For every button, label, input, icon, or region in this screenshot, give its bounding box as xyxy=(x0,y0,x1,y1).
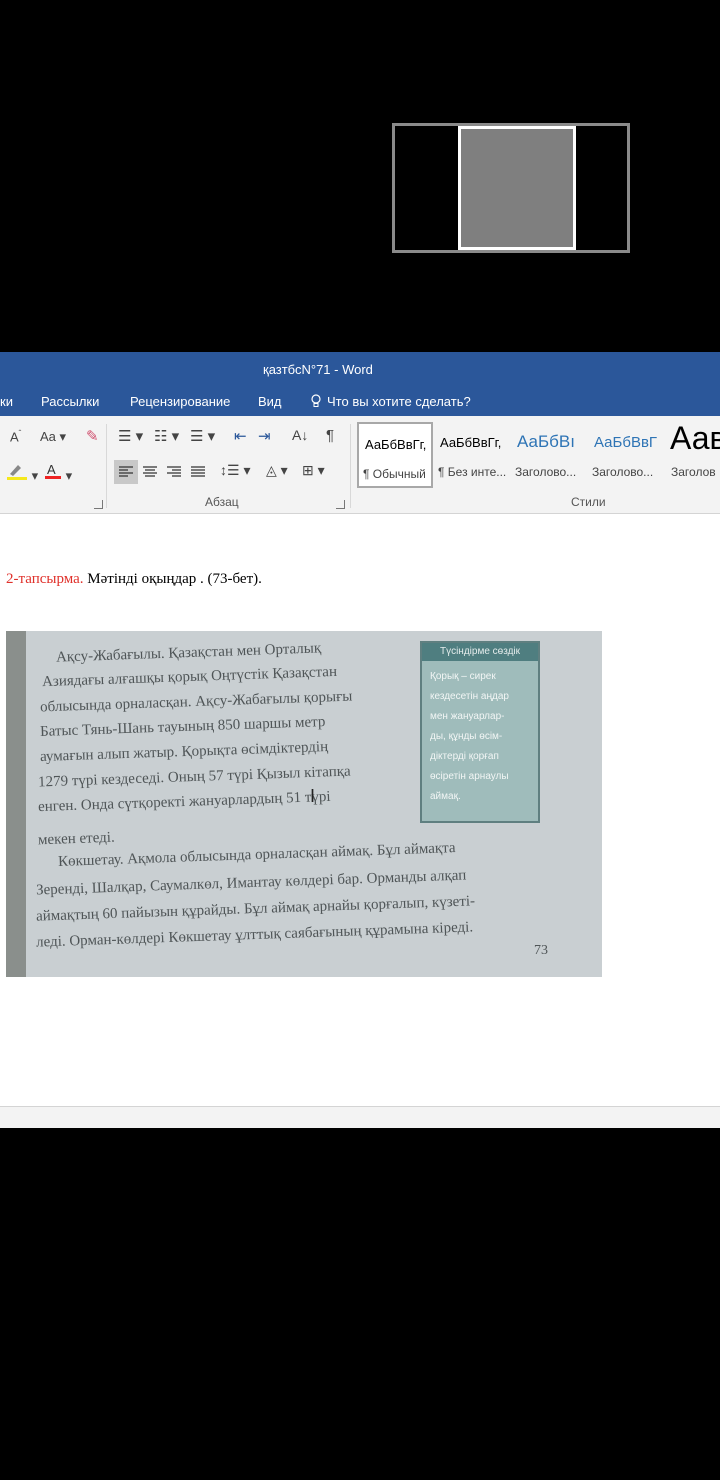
grow-font-button[interactable]: Aˆ xyxy=(10,429,21,444)
font-color-button[interactable]: A ▾ xyxy=(44,462,72,484)
photo-text-line: Азиядағы алғашқы қорық Оңтүстік Қазақста… xyxy=(41,663,338,691)
bullets-icon[interactable]: ☰ ▾ xyxy=(118,427,143,445)
book-edge xyxy=(6,631,26,977)
photo-text-line: 1279 түрі кездеседі. Оның 57 түрі Қызыл … xyxy=(37,763,351,791)
pilcrow-icon: ¶ xyxy=(326,427,335,444)
photo-text-line: Зеренді, Шалқар, Саумалкөл, Имантау көлд… xyxy=(35,867,467,899)
ribbon-tabs: ки Рассылки Рецензирование Вид Что вы хо… xyxy=(0,386,720,416)
style-sample: АаБбВвГг, xyxy=(365,437,427,452)
photo-text-line: Батыс Тянь-Шань тауының 850 шаршы метр xyxy=(39,714,326,740)
clear-format-icon[interactable]: ✎ xyxy=(86,427,99,445)
photo-text-line: леді. Орман-көлдері Көкшетау ұлттық саяб… xyxy=(35,919,474,951)
line-spacing-icon[interactable]: ↕☰ ▾ xyxy=(220,462,250,479)
style-name: ¶ Без инте... xyxy=(438,465,507,479)
borders-icon[interactable]: ⊞ ▾ xyxy=(302,462,325,479)
glossary-line: өсіретін арнаулы xyxy=(430,771,509,782)
task-number: 2-тапсырма. xyxy=(6,571,84,587)
align-left-icon xyxy=(119,466,133,477)
glossary-line: кездесетін аңдар xyxy=(430,691,509,702)
align-center-button[interactable] xyxy=(138,460,162,484)
tab-links[interactable]: ки xyxy=(0,394,13,409)
decrease-indent-icon[interactable]: ⇤ xyxy=(234,427,247,445)
tab-view[interactable]: Вид xyxy=(258,394,282,409)
glossary-line: діктерді қорғап xyxy=(430,751,499,762)
align-right-icon xyxy=(167,466,181,477)
style-heading-2[interactable]: АаБбВвГ Заголово... xyxy=(588,422,662,484)
book-page-number: 73 xyxy=(534,943,548,958)
font-color-icon: A xyxy=(45,462,61,479)
justify-button[interactable] xyxy=(186,460,210,484)
textbook-photo[interactable]: Ақсу-Жабағылы. Қазақстан мен Орталық Ази… xyxy=(6,631,602,977)
svg-text:A: A xyxy=(47,462,56,477)
task-text: Мәтінді оқыңдар . (73-бет). xyxy=(83,571,262,587)
numbering-icon[interactable]: ☷ ▾ xyxy=(154,427,179,445)
glossary-title: Түсіндірме сөздік xyxy=(422,643,538,661)
glossary-line: аймақ. xyxy=(430,791,461,802)
align-left-button[interactable] xyxy=(114,460,138,484)
photo-text-line: Көкшетау. Ақмола облысында орналасқан ай… xyxy=(57,840,456,870)
tab-mailings[interactable]: Рассылки xyxy=(41,394,99,409)
show-marks-button[interactable]: ¶ xyxy=(326,427,334,444)
style-sample: АаБбВı xyxy=(517,432,575,451)
glossary-line: ды, құнды өсім- xyxy=(430,731,503,742)
style-name: ¶ Обычный xyxy=(363,467,426,481)
style-name: Заголово... xyxy=(592,465,654,479)
change-case-button[interactable]: Aa ▾ xyxy=(40,429,66,445)
shading-icon[interactable]: ◬ ▾ xyxy=(266,462,288,479)
style-sample: АаБбВвГ xyxy=(594,434,658,451)
paragraph-group-label: Абзац xyxy=(205,495,239,509)
style-name: Заголово... xyxy=(515,465,577,479)
style-name: Заголов xyxy=(671,465,716,479)
tell-me-box[interactable]: Что вы хотите сделать? xyxy=(310,394,471,409)
style-normal[interactable]: АаБбВвГг, ¶ Обычный xyxy=(357,422,433,488)
separator xyxy=(106,424,107,508)
title-bar: қазтбсN°71 - Word xyxy=(0,352,720,386)
style-heading-1[interactable]: АаБбВı Заголово... xyxy=(511,422,585,484)
photo-text-line: мекен етеді. xyxy=(37,829,115,849)
text-cursor-icon: I xyxy=(310,786,316,806)
sort-icon[interactable]: A↓ xyxy=(292,427,308,443)
tell-me-text: Что вы хотите сделать? xyxy=(327,394,471,409)
task-paragraph[interactable]: 2-тапсырма. Мәтінді оқыңдар . (73-бет). xyxy=(6,571,262,588)
tab-review[interactable]: Рецензирование xyxy=(130,394,230,409)
glossary-line: мен жануарлар- xyxy=(430,711,505,722)
video-preview-tile[interactable] xyxy=(458,126,576,250)
change-case-label: Aa xyxy=(40,429,56,444)
style-title[interactable]: Аав Заголов xyxy=(665,422,720,484)
photo-text-line: Ақсу-Жабағылы. Қазақстан мен Орталық xyxy=(55,640,322,666)
separator xyxy=(350,424,351,508)
multilevel-list-icon[interactable]: ☰ ▾ xyxy=(190,427,215,445)
lightbulb-icon xyxy=(311,394,321,407)
highlight-button[interactable]: ▾ xyxy=(6,462,38,484)
video-preview[interactable] xyxy=(392,123,630,253)
paragraph-dialog-launcher-icon[interactable] xyxy=(336,500,345,509)
photo-text-line: енген. Онда сүтқоректі жануарлардың 51 т… xyxy=(37,788,331,816)
word-window: қазтбсN°71 - Word ки Рассылки Рецензиров… xyxy=(0,352,720,1128)
status-bar xyxy=(0,1106,720,1128)
align-center-icon xyxy=(143,466,157,477)
style-no-spacing[interactable]: АаБбВвГг, ¶ Без инте... xyxy=(434,422,508,484)
glossary-line: Қорық – сирек xyxy=(430,671,496,682)
highlighter-icon xyxy=(7,465,27,480)
ribbon: Aˆ Aa ▾ ✎ ▾ A ▾ ☰ ▾ ☷ ▾ ☰ ▾ ⇤ ⇥ A↓ ¶ ↕☰ … xyxy=(0,416,720,514)
document-page[interactable]: 2-тапсырма. Мәтінді оқыңдар . (73-бет). … xyxy=(0,514,720,1106)
grow-font-label: A xyxy=(10,429,19,445)
align-right-button[interactable] xyxy=(162,460,186,484)
style-sample: Аав xyxy=(670,422,720,456)
photo-text-line: облысында орналасқан. Ақсу-Жабағылы қоры… xyxy=(39,688,353,716)
increase-indent-icon[interactable]: ⇥ xyxy=(258,427,271,445)
styles-group-label: Стили xyxy=(571,495,606,509)
glossary-box: Түсіндірме сөздік Қорық – сирек кездесет… xyxy=(420,641,540,823)
photo-text-line: аумағын алып жатыр. Қорықта өсімдіктерді… xyxy=(39,738,329,766)
clipped-text-line xyxy=(6,506,146,516)
window-title: қазтбсN°71 - Word xyxy=(263,362,373,377)
style-sample: АаБбВвГг, xyxy=(440,435,502,450)
justify-icon xyxy=(191,466,205,477)
